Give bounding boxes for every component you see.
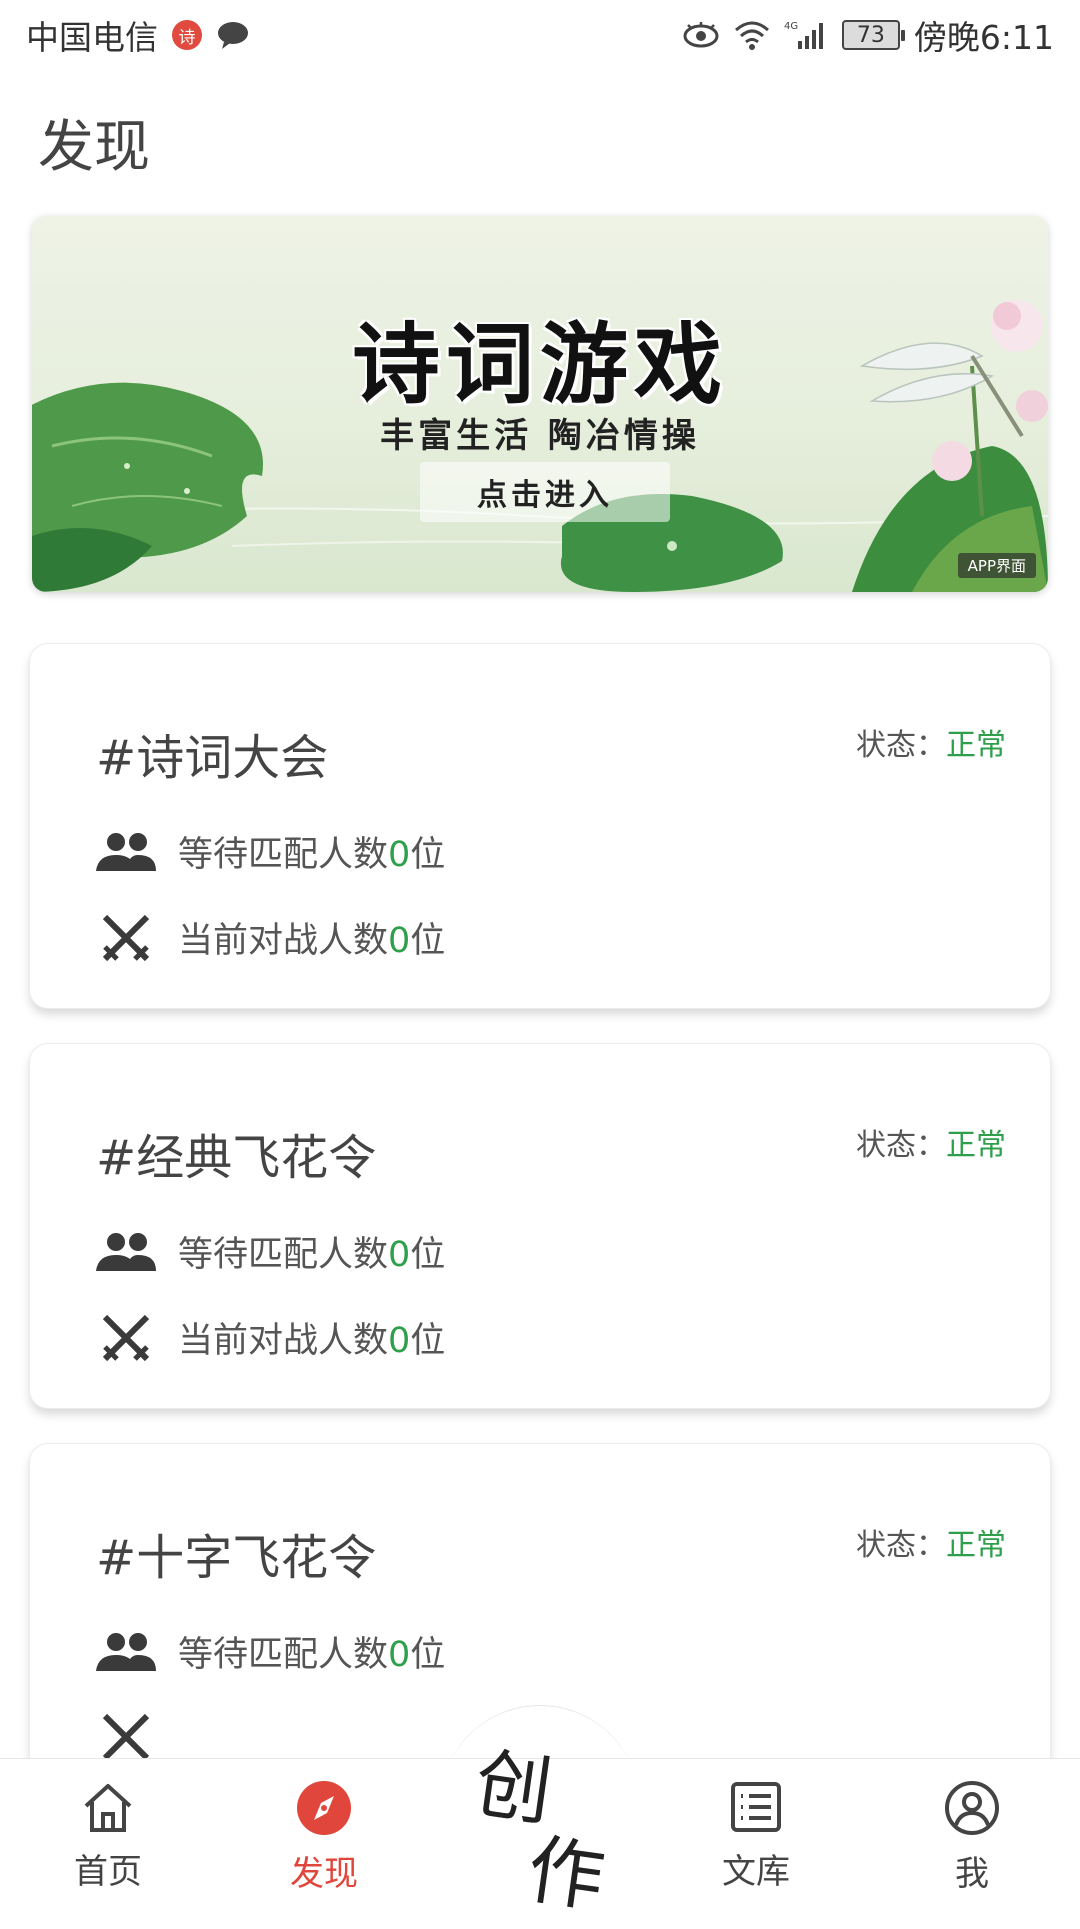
banner-subtitle: 丰富生活 陶冶情操 [380,416,700,456]
nav-me[interactable]: 我 [902,1780,1042,1910]
status-label: 状态： [856,1528,946,1563]
banner-title: 诗词游戏 [351,312,728,416]
nav-home-label: 首页 [74,1852,142,1892]
status-text: 状态：正常 [856,1120,1006,1164]
clock: 傍晚6:11 [913,18,1054,57]
card-title: #十字飞花令 [96,1530,377,1586]
eye-icon [683,22,719,48]
status-text: 状态：正常 [856,720,1006,764]
waiting-row: 等待匹配人数0位 [96,1626,445,1677]
status-right: 4G 73 傍晚6:11 [682,11,1054,59]
create-button[interactable]: 创 作 [440,1709,641,1923]
nav-library-label: 文库 [722,1852,790,1892]
app-notification-icon: 诗 [172,20,202,50]
signal-4g-icon: 4G [784,21,823,49]
carrier-name: 中国电信 [26,18,158,57]
enter-button[interactable]: 点击进入 [420,462,670,522]
status-label: 状态： [856,728,946,763]
status-label: 状态： [856,1128,946,1163]
people-icon [96,1627,156,1677]
status-value: 正常 [946,728,1006,763]
list-document-icon [731,1782,781,1832]
message-icon [218,22,248,49]
create-char-2: 作 [522,1824,610,1924]
game-card-classic-feihualing[interactable]: #经典飞花令 状态：正常 等待匹配人数0位 当前对战人数0位 [30,1044,1050,1408]
battery-icon: 73 [841,20,905,50]
people-icon [96,1227,156,1277]
waiting-text: 等待匹配人数0位 [178,835,446,875]
home-icon [84,1784,132,1832]
battle-text: 当前对战人数0位 [178,1321,446,1361]
people-icon [96,827,156,877]
game-card-poetry-conference[interactable]: #诗词大会 状态：正常 等待匹配人数0位 当前对战人数0位 [30,644,1050,1008]
waiting-text: 等待匹配人数0位 [178,1635,446,1675]
compass-icon [297,1781,351,1835]
nav-discover-label: 发现 [290,1854,358,1894]
wifi-icon [734,21,769,50]
status-left: 中国电信 诗 [26,11,250,59]
battle-text: 当前对战人数0位 [178,921,446,961]
card-title: #经典飞花令 [96,1130,377,1186]
status-value: 正常 [946,1128,1006,1163]
waiting-row: 等待匹配人数0位 [96,1226,445,1277]
waiting-row: 等待匹配人数0位 [96,826,445,877]
battle-row [96,1712,156,1762]
user-profile-icon [945,1781,999,1835]
battle-row: 当前对战人数0位 [96,912,445,963]
battle-row: 当前对战人数0位 [96,1312,445,1363]
crossed-swords-icon [96,1712,156,1762]
crossed-swords-icon [96,1313,156,1363]
svg-text:4G: 4G [784,21,798,32]
battery-level: 73 [856,22,885,48]
page-title: 发现 [38,115,150,180]
nav-me-label: 我 [955,1854,989,1894]
poetry-game-banner[interactable]: 诗词游戏 丰富生活 陶冶情操 点击进入 APP界面 [32,216,1048,592]
card-title: #诗词大会 [96,730,329,786]
status-bar: 中国电信 诗 4G 73 傍晚6:11 [0,0,1080,70]
status-text: 状态：正常 [856,1520,1006,1564]
banner-tag: APP界面 [957,553,1036,578]
waiting-text: 等待匹配人数0位 [178,1235,446,1275]
nav-library[interactable]: 文库 [686,1780,826,1910]
nav-home[interactable]: 首页 [38,1780,178,1910]
status-value: 正常 [946,1528,1006,1563]
crossed-swords-icon [96,913,156,963]
nav-discover[interactable]: 发现 [254,1780,394,1910]
